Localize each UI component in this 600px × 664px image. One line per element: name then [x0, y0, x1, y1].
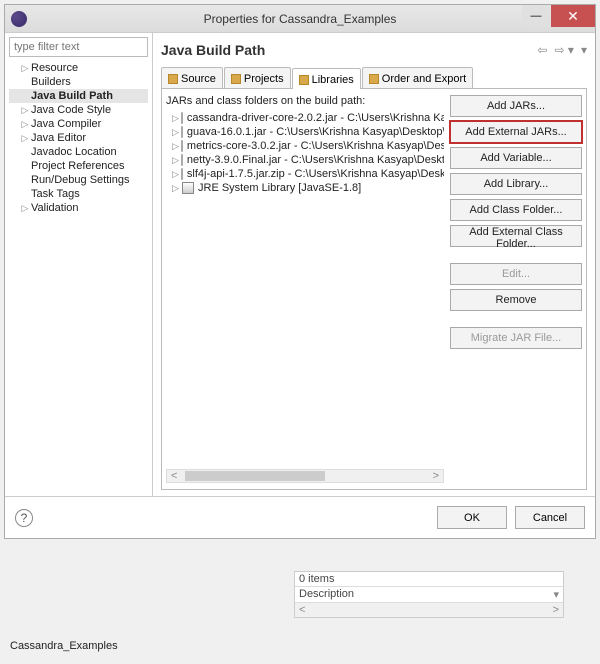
jar-icon [181, 140, 183, 152]
jar-icon [181, 154, 183, 166]
folder-icon [299, 75, 309, 85]
minimize-button[interactable]: — [522, 5, 550, 27]
menu-icon[interactable]: ▾ [581, 43, 587, 57]
add-external-jars-button[interactable]: Add External JARs... [450, 121, 582, 143]
edit-button[interactable]: Edit... [450, 263, 582, 285]
tab-projects[interactable]: Projects [224, 67, 291, 88]
add-jars-button[interactable]: Add JARs... [450, 95, 582, 117]
tree-item-task-tags[interactable]: Task Tags [9, 187, 148, 201]
tabs: SourceProjectsLibrariesOrder and Export [161, 67, 587, 89]
project-label: Cassandra_Examples [8, 638, 560, 654]
tree-item-java-build-path[interactable]: Java Build Path [9, 89, 148, 103]
tree-item-java-compiler[interactable]: ▷Java Compiler [9, 117, 148, 131]
tree-item-java-editor[interactable]: ▷Java Editor [9, 131, 148, 145]
page-title: Java Build Path [161, 42, 265, 58]
tab-order-and-export[interactable]: Order and Export [362, 67, 473, 88]
property-tree-panel: ▷ResourceBuildersJava Build Path▷Java Co… [5, 33, 153, 496]
items-header: 0 items [299, 573, 334, 585]
background-views: 0 items Description ▾ <> Cassandra_Exampl… [4, 571, 564, 654]
tab-libraries[interactable]: Libraries [292, 68, 361, 89]
description-view: 0 items Description ▾ <> [294, 571, 564, 618]
tree-item-validation[interactable]: ▷Validation [9, 201, 148, 215]
add-class-folder-button[interactable]: Add Class Folder... [450, 199, 582, 221]
tree-item-javadoc-location[interactable]: Javadoc Location [9, 145, 148, 159]
jar-entry[interactable]: ▷guava-16.0.1.jar - C:\Users\Krishna Kas… [166, 125, 444, 139]
tree-item-resource[interactable]: ▷Resource [9, 61, 148, 75]
list-label: JARs and class folders on the build path… [166, 95, 444, 107]
close-button[interactable]: ✕ [551, 5, 595, 27]
jar-icon [181, 126, 183, 138]
horizontal-scrollbar[interactable]: <> [295, 603, 563, 617]
system-library-entry[interactable]: ▷JRE System Library [JavaSE-1.8] [166, 181, 444, 195]
add-library-button[interactable]: Add Library... [450, 173, 582, 195]
titlebar: Properties for Cassandra_Examples — ✕ [5, 5, 595, 33]
help-icon[interactable]: ? [15, 509, 33, 527]
jar-icon [181, 168, 183, 180]
cancel-button[interactable]: Cancel [515, 506, 585, 529]
ok-button[interactable]: OK [437, 506, 507, 529]
folder-icon [231, 74, 241, 84]
jar-entry[interactable]: ▷slf4j-api-1.7.5.jar.zip - C:\Users\Kris… [166, 167, 444, 181]
library-icon [182, 182, 194, 194]
tree-item-builders[interactable]: Builders [9, 75, 148, 89]
back-icon[interactable]: ⇦ [537, 43, 547, 57]
jar-entry[interactable]: ▷netty-3.9.0.Final.jar - C:\Users\Krishn… [166, 153, 444, 167]
folder-icon [168, 74, 178, 84]
dialog-footer: ? OK Cancel [5, 496, 595, 538]
tree-item-project-references[interactable]: Project References [9, 159, 148, 173]
add-external-class-folder-button[interactable]: Add External Class Folder... [450, 225, 582, 247]
description-header: Description [299, 588, 354, 601]
jar-icon [181, 112, 183, 124]
jar-entry[interactable]: ▷cassandra-driver-core-2.0.2.jar - C:\Us… [166, 111, 444, 125]
libraries-tab-body: JARs and class folders on the build path… [161, 89, 587, 490]
jar-entry[interactable]: ▷metrics-core-3.0.2.jar - C:\Users\Krish… [166, 139, 444, 153]
tree-item-run-debug-settings[interactable]: Run/Debug Settings [9, 173, 148, 187]
horizontal-scrollbar[interactable]: < > [166, 469, 444, 483]
column-menu-icon[interactable]: ▾ [553, 588, 559, 601]
page-nav: ⇦ ⇨ ▾ ▾ [533, 43, 587, 57]
eclipse-icon [11, 11, 27, 27]
add-variable-button[interactable]: Add Variable... [450, 147, 582, 169]
properties-dialog: Properties for Cassandra_Examples — ✕ ▷R… [4, 4, 596, 539]
button-column: Add JARs... Add External JARs... Add Var… [450, 95, 582, 483]
forward-icon[interactable]: ⇨ ▾ [554, 43, 573, 57]
filter-input[interactable] [9, 37, 148, 57]
page-panel: Java Build Path ⇦ ⇨ ▾ ▾ SourceProjectsLi… [153, 33, 595, 496]
window-title: Properties for Cassandra_Examples [204, 12, 397, 26]
jar-list[interactable]: ▷cassandra-driver-core-2.0.2.jar - C:\Us… [166, 111, 444, 465]
remove-button[interactable]: Remove [450, 289, 582, 311]
migrate-jar-button[interactable]: Migrate JAR File... [450, 327, 582, 349]
tree-item-java-code-style[interactable]: ▷Java Code Style [9, 103, 148, 117]
tab-source[interactable]: Source [161, 67, 223, 88]
property-tree[interactable]: ▷ResourceBuildersJava Build Path▷Java Co… [9, 61, 148, 215]
folder-icon [369, 74, 379, 84]
